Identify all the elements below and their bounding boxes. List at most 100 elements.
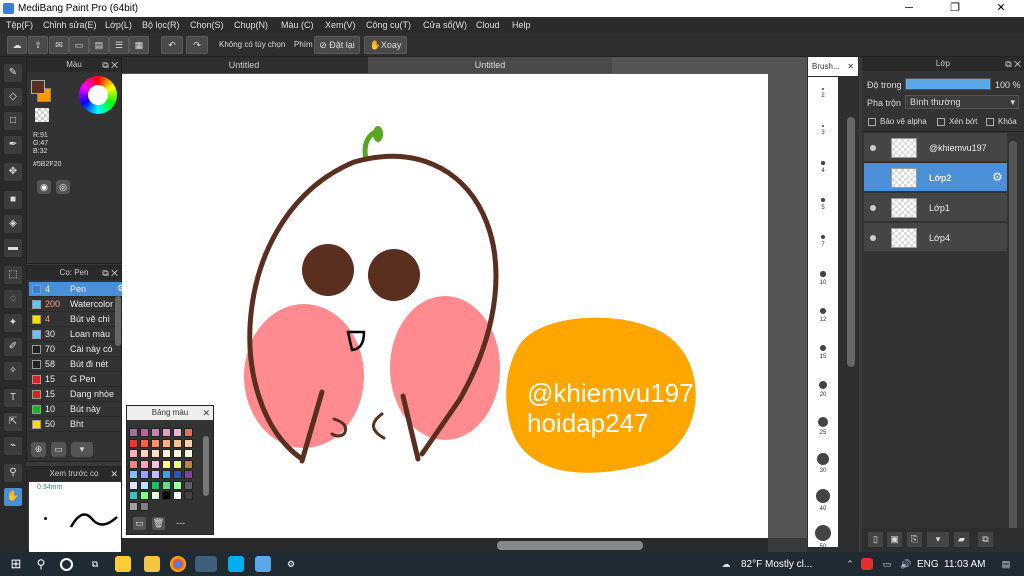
tab-untitled-2[interactable]: Untitled [368, 57, 612, 73]
brush-size-item[interactable]: 20 [808, 373, 838, 409]
lock-checkbox[interactable] [986, 118, 994, 126]
message-icon[interactable]: ▭ [69, 36, 89, 54]
lasso-tool-icon[interactable]: ◌ [4, 290, 22, 308]
palette-swatch[interactable] [162, 428, 171, 437]
list-icon[interactable]: ☰ [109, 36, 129, 54]
foreground-color-swatch[interactable] [31, 80, 45, 94]
panel-close-icon[interactable]: ⧉ ✕ [1005, 57, 1021, 71]
palette-settings-icon[interactable]: ◎ [56, 180, 70, 194]
palette-swatch[interactable] [129, 438, 138, 448]
palette-swatch[interactable] [140, 459, 149, 469]
layer-scrollbar[interactable] [1009, 141, 1017, 531]
panel-close-icon[interactable]: ⧉ ✕ [102, 58, 118, 72]
fill-rect-tool-icon[interactable]: ■ [4, 191, 22, 209]
palette-swatch[interactable] [173, 428, 182, 437]
palette-swatch[interactable] [162, 449, 171, 458]
palette-swatch[interactable] [173, 480, 182, 490]
brush-size-item[interactable]: 40 [808, 484, 838, 520]
clock[interactable]: 11:03 AM [944, 559, 986, 570]
move-tool-icon[interactable]: ✥ [4, 163, 22, 181]
language-indicator[interactable]: ENG [917, 559, 939, 570]
panel-close-icon[interactable]: ⧉ ✕ [102, 266, 118, 280]
palette-swatch[interactable] [151, 438, 160, 448]
layer-row[interactable]: Lớp4 [864, 223, 1007, 252]
task-view-icon[interactable]: ⧉ [87, 556, 103, 572]
palette-swatch[interactable] [173, 491, 182, 500]
rectangle-tool-icon[interactable]: □ [4, 112, 22, 130]
palette-swatch[interactable] [151, 459, 160, 469]
grid-icon[interactable]: ▦ [129, 36, 149, 54]
palette-swatch[interactable] [140, 438, 149, 448]
brush-row[interactable]: 70 Cài này có [29, 342, 129, 357]
layer-row[interactable]: @khiemvu197 [864, 133, 1007, 162]
palette-swatch[interactable] [129, 501, 138, 511]
select-tool-icon[interactable]: ⬚ [4, 266, 22, 284]
folder-icon[interactable]: ▰ [954, 532, 969, 547]
volume-icon[interactable]: 🔊 [898, 556, 914, 572]
palette-swatch[interactable] [140, 449, 149, 458]
brush-row[interactable]: 50 Bht [29, 417, 129, 432]
delete-swatch-icon[interactable]: 🗑 [152, 517, 165, 530]
palette-swatch[interactable] [140, 480, 149, 490]
windows-start-icon[interactable]: ⊞ [8, 556, 24, 572]
select-eraser-icon[interactable]: ✧ [4, 362, 22, 380]
palette-swatch[interactable] [129, 480, 138, 490]
weather-text[interactable]: 82°F Mostly cl... [741, 559, 812, 570]
brush-size-item[interactable]: 12 [808, 299, 838, 335]
visibility-eye-icon[interactable] [870, 235, 876, 241]
notification-icon[interactable]: ▤ [998, 556, 1014, 572]
menu-cloud[interactable]: Cloud [476, 20, 500, 30]
palette-swatch[interactable] [140, 491, 149, 500]
brush-size-item[interactable]: 15 [808, 336, 838, 372]
duplicate-icon[interactable]: ⧉ [978, 532, 993, 547]
menu-edit[interactable]: Chỉnh sửa(E) [43, 20, 97, 30]
brush-menu-icon[interactable]: ▾ [71, 442, 93, 457]
palette-icon[interactable]: ◉ [37, 180, 51, 194]
brush-row[interactable]: 10 Bút này [29, 402, 129, 417]
palette-swatch[interactable] [173, 449, 182, 458]
menu-filter[interactable]: Bộ lọc(R) [142, 20, 180, 30]
minimize-button[interactable]: ─ [886, 0, 932, 17]
bucket-tool-icon[interactable]: ◈ [4, 215, 22, 233]
palette-swatch[interactable] [151, 449, 160, 458]
palette-swatch[interactable] [129, 428, 138, 437]
palette-swatch[interactable] [184, 438, 193, 448]
brush-size-item[interactable]: 25 [808, 410, 838, 446]
palette-swatch[interactable] [151, 428, 160, 437]
select-pen-icon[interactable]: ✐ [4, 338, 22, 356]
store-icon[interactable] [115, 556, 131, 572]
brush-row[interactable]: 4Pen⚙ [29, 282, 129, 297]
palette-swatch[interactable] [129, 459, 138, 469]
tray-app-icon[interactable] [861, 558, 873, 570]
eyedropper-icon[interactable]: ⚲ [4, 464, 22, 482]
brush-row[interactable]: 4 Bút vẽ chì [29, 312, 129, 327]
redo-icon[interactable]: ↷ [186, 36, 208, 54]
medibang-icon[interactable] [195, 556, 217, 572]
menu-color[interactable]: Màu (C) [281, 20, 314, 30]
dropper-tool-icon[interactable]: ⌁ [4, 437, 22, 455]
opacity-slider[interactable] [905, 78, 991, 90]
brush-tool-icon[interactable]: ✎ [4, 64, 22, 82]
palette-scrollbar[interactable] [203, 436, 209, 496]
clipping-checkbox[interactable] [937, 118, 945, 126]
battery-icon[interactable]: ▭ [879, 556, 895, 572]
new-layer-icon[interactable]: ▯ [868, 532, 883, 547]
transparent-swatch[interactable] [35, 108, 49, 122]
palette-swatch[interactable] [184, 428, 193, 437]
brush-size-item[interactable]: 3 [808, 114, 838, 150]
palette-swatch[interactable] [140, 470, 149, 479]
palette-swatch[interactable] [184, 459, 193, 469]
layer-menu-icon[interactable]: ▾ [927, 532, 949, 547]
palette-swatch[interactable] [151, 480, 160, 490]
palette-swatch[interactable] [173, 470, 182, 479]
copy-layer-icon[interactable]: ⎘ [907, 532, 922, 547]
panel-close-icon[interactable]: ✕ [202, 406, 210, 420]
panel-close-icon[interactable]: ✕ [847, 57, 854, 76]
chrome-icon[interactable] [170, 556, 186, 572]
palette-swatch[interactable] [184, 491, 193, 500]
pen-tool-icon[interactable]: ✒ [4, 136, 22, 154]
menu-file[interactable]: Tệp(F) [6, 20, 33, 30]
protect-alpha-checkbox[interactable] [868, 118, 876, 126]
brush-size-item[interactable]: 7 [808, 225, 838, 261]
brush-row[interactable]: 15 Dạng nhòe [29, 387, 129, 402]
